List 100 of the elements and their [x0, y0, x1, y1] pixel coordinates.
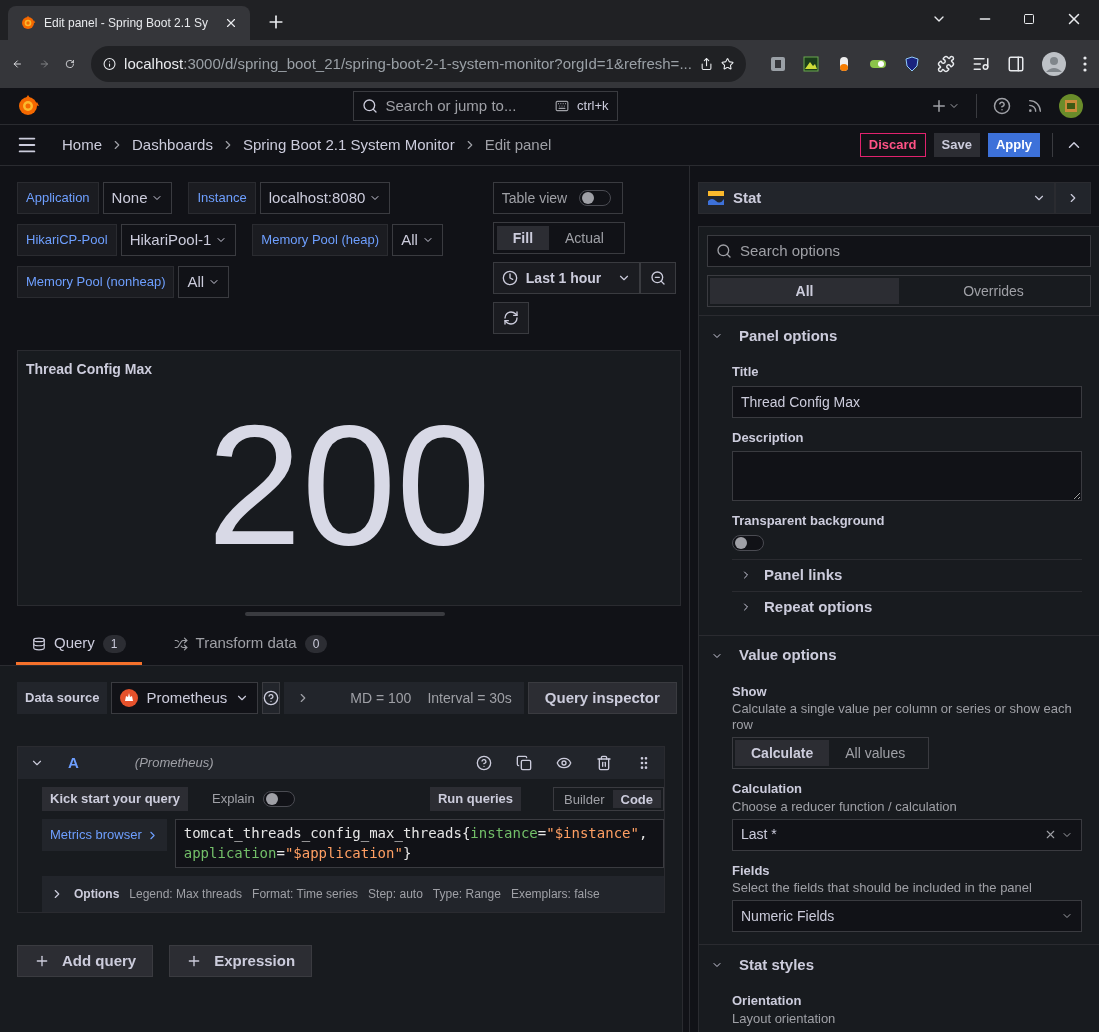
- variable-dropdown[interactable]: All: [392, 224, 443, 256]
- kick-start-button[interactable]: Kick start your query: [42, 787, 189, 811]
- field-label: Transparent background: [732, 512, 886, 530]
- help-icon[interactable]: [476, 755, 492, 771]
- duplicate-icon[interactable]: [516, 755, 532, 771]
- visualization-picker[interactable]: Stat: [698, 182, 1055, 214]
- data-source-picker[interactable]: Prometheus: [111, 682, 259, 714]
- breadcrumb-link[interactable]: Edit panel: [484, 133, 552, 157]
- clear-icon[interactable]: [1044, 828, 1057, 841]
- media-icon[interactable]: [972, 55, 990, 73]
- table-view-label: Table view: [501, 188, 568, 208]
- editor-mode-option[interactable]: Code: [612, 790, 661, 808]
- variable-label: Memory Pool (nonheap): [17, 266, 175, 298]
- discard-button[interactable]: Discard: [859, 133, 926, 157]
- eye-icon[interactable]: [556, 755, 572, 771]
- zoom-out-button[interactable]: [640, 262, 677, 294]
- section-header[interactable]: Stat styles: [699, 949, 1099, 981]
- address-bar[interactable]: localhost:3000/d/spring_boot_21/spring-boot-2-1-system-monitor?orgId=1&refresh=...: [91, 46, 746, 82]
- news-icon[interactable]: [1027, 98, 1043, 114]
- add-query-button[interactable]: Add query: [17, 945, 154, 977]
- query-options-row[interactable]: Options Legend: Max threads Format: Time series Step: auto Type: Range Exemplars: false: [42, 876, 664, 912]
- url-text: localhost:3000/d/spring_boot_21/spring-boot-2-1-system-monitor?orgId=1&refresh=...: [124, 53, 692, 74]
- image-extension-icon[interactable]: [803, 56, 819, 72]
- section-header[interactable]: Value options: [699, 639, 1099, 672]
- zoom-out-icon: [650, 270, 667, 286]
- field-description: Calculate a single value per column or series or show each row: [732, 701, 1073, 733]
- field-label: Show: [732, 682, 768, 701]
- bookmark-icon[interactable]: [720, 56, 734, 72]
- refresh-button[interactable]: [492, 302, 529, 334]
- field-description: Select the fields that should be included in the panel: [732, 880, 1033, 896]
- time-range-picker[interactable]: Last 1 hour: [492, 262, 641, 294]
- show-mode-option[interactable]: All values: [829, 740, 922, 766]
- variable-label: Memory Pool (heap): [252, 224, 389, 256]
- search-options-field[interactable]: Search options: [707, 235, 1091, 267]
- variable-dropdown[interactable]: None: [102, 182, 173, 214]
- keyboard-icon: [555, 99, 570, 113]
- query-ref: A: [68, 752, 79, 773]
- transparent-toggle[interactable]: [732, 534, 764, 551]
- calculation-select[interactable]: Last *: [732, 818, 1082, 851]
- field-label: Orientation: [732, 992, 803, 1010]
- search-field[interactable]: Search or jump to... ctrl+k: [352, 91, 618, 121]
- metrics-browser-button[interactable]: Metrics browser: [42, 819, 167, 851]
- shield-extension-icon[interactable]: [904, 56, 920, 72]
- user-avatar-icon[interactable]: [1059, 94, 1083, 118]
- share-icon[interactable]: [699, 56, 713, 72]
- add-expression-button[interactable]: Expression: [169, 945, 313, 977]
- apply-button[interactable]: Apply: [987, 133, 1040, 157]
- explain-toggle[interactable]: [262, 791, 295, 807]
- subsection-header[interactable]: Repeat options: [732, 590, 1082, 623]
- browser-tab[interactable]: Edit panel - Spring Boot 2.1 Sy: [8, 6, 250, 40]
- plus-icon: [34, 953, 50, 969]
- breadcrumb-link[interactable]: Spring Boot 2.1 System Monitor: [242, 133, 455, 157]
- save-button[interactable]: Save: [933, 133, 980, 157]
- info-icon: [103, 56, 117, 72]
- new-menu-button[interactable]: [930, 97, 960, 115]
- delete-icon[interactable]: [596, 755, 612, 771]
- breadcrumb-link[interactable]: Home: [62, 133, 102, 157]
- data-source-label: Data source: [17, 682, 108, 714]
- fields-select[interactable]: Numeric Fields: [732, 900, 1082, 932]
- options-tab[interactable]: All: [710, 278, 899, 304]
- size-mode-option[interactable]: Actual: [549, 226, 620, 250]
- grafana-logo-icon: [16, 94, 40, 118]
- help-icon: [263, 690, 280, 706]
- help-icon[interactable]: [993, 97, 1011, 115]
- show-mode-option[interactable]: Calculate: [735, 740, 830, 766]
- query-options-bar[interactable]: MD = 100 Interval = 30s: [284, 682, 524, 714]
- more-icon[interactable]: [1083, 56, 1087, 72]
- subsection-header[interactable]: Panel links: [732, 558, 1082, 591]
- clock-icon: [501, 270, 518, 286]
- breadcrumb-link[interactable]: Dashboards: [132, 133, 213, 157]
- explain-label: Explain: [212, 790, 255, 809]
- shortcut-text: ctrl+k: [577, 97, 609, 116]
- description-input[interactable]: [732, 451, 1082, 501]
- run-queries-button[interactable]: Run queries: [429, 787, 522, 811]
- variable-dropdown[interactable]: All: [178, 266, 230, 298]
- help-button[interactable]: [262, 682, 281, 714]
- field-label: Description: [732, 428, 805, 447]
- grafana-logo-icon: [20, 15, 36, 31]
- query-tab[interactable]: Transform data 0: [157, 625, 344, 665]
- variable-label: HikariCP-Pool: [17, 224, 117, 256]
- stat-icon: [707, 190, 725, 206]
- section-header[interactable]: Panel options: [699, 320, 1099, 352]
- profile-avatar-icon[interactable]: [1042, 52, 1066, 76]
- variable-dropdown[interactable]: HikariPool-1: [120, 224, 237, 256]
- extensions-icon[interactable]: [937, 55, 955, 73]
- toggle-switch[interactable]: [579, 190, 612, 206]
- side-panel-icon[interactable]: [1007, 55, 1025, 73]
- maximize-icon[interactable]: [1023, 13, 1035, 25]
- variable-label: Instance: [188, 182, 256, 214]
- title-input[interactable]: Thread Config Max: [732, 385, 1082, 418]
- html5-extension-icon[interactable]: [770, 56, 786, 72]
- tab-title: Edit panel - Spring Boot 2.1 Sy: [44, 15, 210, 32]
- size-mode-option[interactable]: Fill: [496, 226, 550, 250]
- options-tab[interactable]: Overrides: [899, 278, 1088, 304]
- query-inspector-button[interactable]: Query inspector: [527, 682, 677, 714]
- close-icon[interactable]: [224, 16, 238, 30]
- query-editor[interactable]: tomcat_threads_config_max_threads{instance="$instance", application="$application"}: [174, 819, 664, 868]
- search-icon: [716, 243, 732, 259]
- variable-dropdown[interactable]: localhost:8080: [259, 182, 391, 214]
- editor-mode-option[interactable]: Builder: [556, 790, 613, 808]
